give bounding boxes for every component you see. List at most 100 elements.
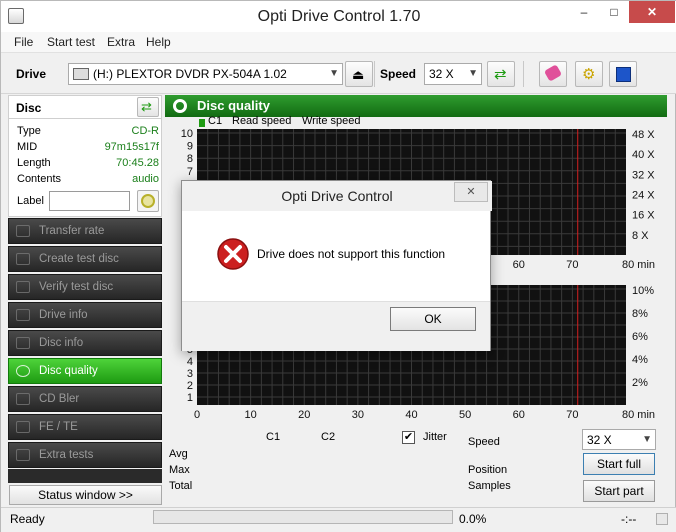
nav-bottom-filler xyxy=(8,469,162,483)
cd-bler-icon xyxy=(16,393,30,405)
dialog-title: Opti Drive Control xyxy=(182,181,492,211)
y-tick-label: 9 xyxy=(187,141,193,153)
refresh-icon: ⇄ xyxy=(141,99,152,114)
menu-start-test[interactable]: Start test xyxy=(47,35,95,49)
minimize-button[interactable]: – xyxy=(569,1,599,23)
legend-read-speed: Read speed xyxy=(232,115,292,127)
panel-title: Disc quality xyxy=(197,98,270,113)
verify-disc-icon xyxy=(16,281,30,293)
x-tick-label: 50 xyxy=(459,409,471,421)
eject-button[interactable]: ⏏ xyxy=(345,61,373,87)
x-tick-label: 10 xyxy=(245,409,257,421)
y-right-tick-label: 8 X xyxy=(632,230,649,242)
progress-text: 0.0% xyxy=(459,512,487,526)
erase-button[interactable] xyxy=(539,61,567,87)
nav-cd-bler[interactable]: CD Bler xyxy=(8,386,162,412)
legend-c1: C1 xyxy=(208,115,223,127)
disc-info-row: Length 70:45.28 xyxy=(17,157,159,169)
legend-write-speed: Write speed xyxy=(302,115,361,127)
nav-disc-info[interactable]: Disc info xyxy=(8,330,162,356)
stats-col-c2: C2 xyxy=(321,431,336,443)
settings-button[interactable]: ⚙ xyxy=(575,61,603,87)
menu-file[interactable]: File xyxy=(14,35,33,49)
start-full-button[interactable]: Start full xyxy=(583,453,655,475)
y-right-tick-label: 32 X xyxy=(632,169,655,181)
nav-extra-tests[interactable]: Extra tests xyxy=(8,442,162,468)
nav-disc-quality[interactable]: Disc quality xyxy=(8,358,162,384)
ok-button[interactable]: OK xyxy=(390,307,476,331)
y-right-tick-label: 48 X xyxy=(632,129,655,141)
floppy-icon xyxy=(616,67,631,82)
speed-select[interactable]: 32 X ▼ xyxy=(424,63,482,85)
samples-label: Samples xyxy=(468,480,511,492)
stats-row-total: Total xyxy=(169,480,193,492)
progress-bar xyxy=(153,510,453,524)
eraser-icon xyxy=(543,64,563,82)
disc-icon xyxy=(141,194,155,208)
label-input[interactable] xyxy=(49,191,130,211)
disc-header: Disc ⇄ xyxy=(8,95,162,119)
menu-bar: File Start test Extra Help xyxy=(1,32,676,53)
menu-help[interactable]: Help xyxy=(146,35,171,49)
drive-info-icon xyxy=(16,309,30,321)
y-right-tick-label: 8% xyxy=(632,308,648,320)
disc-title: Disc xyxy=(16,101,42,115)
jitter-label: Jitter xyxy=(423,431,447,443)
y-right-tick-label: 2% xyxy=(632,377,648,389)
speed-label: Speed xyxy=(380,67,417,81)
x-tick-label: 60 xyxy=(513,409,525,421)
start-part-button[interactable]: Start part xyxy=(583,480,655,502)
nav-fe-te[interactable]: FE / TE xyxy=(8,414,162,440)
fe-te-icon xyxy=(16,421,30,433)
disc-info-row: Type CD-R xyxy=(17,125,159,137)
refresh-icon: ⇄ xyxy=(494,66,507,83)
disc-icon xyxy=(173,99,187,113)
dialog-close-button[interactable]: ✕ xyxy=(454,182,488,202)
y-tick-label: 4 xyxy=(187,356,193,368)
error-dialog: Opti Drive Control ✕ Drive does not supp… xyxy=(181,180,492,351)
y-right-tick-label: 10% xyxy=(632,285,654,297)
resize-grip-icon[interactable] xyxy=(656,513,668,525)
nav-transfer-rate[interactable]: Transfer rate xyxy=(8,218,162,244)
refresh-button[interactable]: ⇄ xyxy=(487,61,515,87)
nav-create-test-disc[interactable]: Create test disc xyxy=(8,246,162,272)
stats-row-avg: Avg xyxy=(169,448,188,460)
x-tick-label: 40 xyxy=(405,409,417,421)
gear-icon: ⚙ xyxy=(582,66,596,83)
disc-info-box: Type CD-R MID 97m15s17f Length 70:45.28 Con… xyxy=(8,119,162,217)
x-tick-label: 30 xyxy=(352,409,364,421)
x-tick-label: 0 xyxy=(194,409,200,421)
x-tick-label: 80 min xyxy=(622,259,655,271)
x-tick-label: 80 min xyxy=(622,409,655,421)
status-window-button[interactable]: Status window >> xyxy=(9,485,162,505)
menu-extra[interactable]: Extra xyxy=(107,35,135,49)
x-tick-label: 70 xyxy=(566,259,578,271)
test-speed-select[interactable]: 32 X ▼ xyxy=(582,429,656,450)
nav-verify-test-disc[interactable]: Verify test disc xyxy=(8,274,162,300)
drive-label: Drive xyxy=(16,67,47,81)
jitter-checkbox[interactable]: ✔ xyxy=(402,431,415,444)
nav-drive-info[interactable]: Drive info xyxy=(8,302,162,328)
error-icon xyxy=(217,238,249,270)
save-button[interactable] xyxy=(609,61,637,87)
disc-refresh-button[interactable]: ⇄ xyxy=(137,97,159,117)
panel-header: Disc quality xyxy=(165,95,667,117)
y-right-tick-label: 24 X xyxy=(632,189,655,201)
title-bar: Opti Drive Control 1.70 – □ ✕ xyxy=(1,1,676,32)
label-disc-button[interactable] xyxy=(137,190,159,212)
y-right-tick-label: 4% xyxy=(632,354,648,366)
toolbar-separator xyxy=(374,61,375,87)
disc-info-row: Contents audio xyxy=(17,173,159,185)
legend-c1-swatch xyxy=(199,119,205,127)
y-right-tick-label: 16 X xyxy=(632,210,655,222)
disc-info-icon xyxy=(16,337,30,349)
maximize-button[interactable]: □ xyxy=(599,1,629,23)
y-tick-label: 10 xyxy=(181,128,193,140)
stats-row-max: Max xyxy=(169,464,190,476)
drive-select[interactable]: (H:) PLEXTOR DVDR PX-504A 1.02 ▼ xyxy=(68,63,343,85)
elapsed-time: -:-- xyxy=(621,512,637,526)
y-tick-label: 3 xyxy=(187,368,193,380)
extra-tests-icon xyxy=(16,449,30,461)
y-tick-label: 1 xyxy=(187,392,193,404)
close-button[interactable]: ✕ xyxy=(629,1,675,23)
